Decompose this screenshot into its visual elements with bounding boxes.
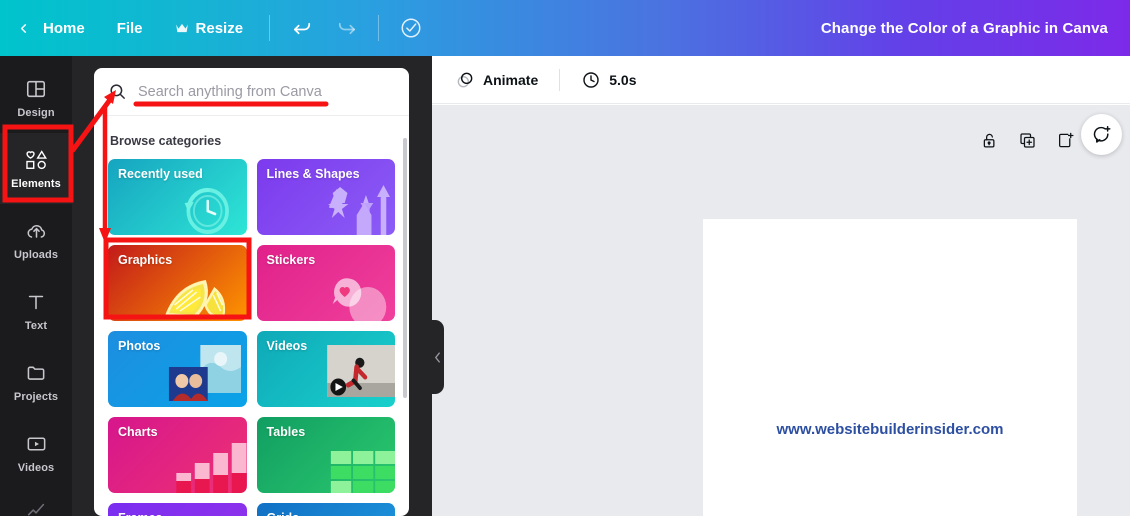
category-tile-label: Lines & Shapes: [266, 167, 360, 181]
add-page-icon[interactable]: [1054, 129, 1076, 151]
category-tile-label: Frames: [118, 511, 162, 516]
file-label: File: [116, 19, 143, 37]
redo-icon[interactable]: [324, 6, 368, 50]
sidebar-item-videos[interactable]: Videos: [0, 417, 72, 488]
sidebar-item-design[interactable]: Design: [0, 62, 72, 133]
category-tile[interactable]: Tables: [256, 417, 395, 493]
resize-label: Resize: [195, 19, 244, 37]
watermark-text: www.websitebuilderinsider.com: [776, 421, 1004, 438]
page-title: Change the Color of a Graphic in Canva: [820, 19, 1108, 37]
elements-panel: Browse categories Recently used Lines & …: [72, 56, 432, 516]
sidebar-item-label: Elements: [11, 178, 61, 190]
canvas-area[interactable]: www.websitebuilderinsider.com: [432, 105, 1130, 516]
header-divider-2: [378, 15, 380, 41]
sidebar-item-label: Uploads: [13, 249, 59, 261]
sidebar-item-label: Projects: [13, 391, 59, 403]
sidebar-item-projects[interactable]: Projects: [0, 346, 72, 417]
panel-card: Browse categories Recently used Lines & …: [94, 68, 409, 516]
sidebar-item-label: Text: [24, 320, 48, 332]
editor-main-area: Animate 5.0s www.websitebuilderinsider.c…: [432, 56, 1130, 516]
panel-collapse-handle[interactable]: [430, 320, 444, 394]
animate-circles-icon: [455, 70, 475, 90]
unlock-icon[interactable]: [978, 129, 1000, 151]
search-row: [94, 68, 409, 116]
cloud-check-icon[interactable]: [389, 6, 433, 50]
home-button[interactable]: Home: [27, 0, 101, 56]
category-tile-grid: Recently used Lines & Shapes Graphics St…: [108, 159, 395, 516]
category-tile[interactable]: Frames: [108, 503, 247, 516]
category-tile-label: Photos: [118, 339, 161, 353]
toolbar-divider: [559, 68, 561, 91]
search-input[interactable]: [138, 83, 395, 100]
category-tile-label: Graphics: [118, 253, 173, 267]
crown-icon: [175, 22, 189, 34]
top-header-bar: Home File Resize Change the Color of a G…: [0, 0, 1130, 56]
layout-icon: [23, 76, 49, 102]
video-play-icon: [23, 431, 49, 457]
category-tile[interactable]: Recently used: [108, 159, 247, 235]
category-tile-label: Charts: [118, 425, 158, 439]
search-icon[interactable]: [108, 82, 127, 101]
category-tile-label: Recently used: [118, 167, 203, 181]
category-tile[interactable]: Grids: [256, 503, 395, 516]
browse-categories-heading: Browse categories: [110, 134, 222, 148]
duration-label: 5.0s: [609, 71, 637, 88]
panel-scroll-region[interactable]: Browse categories Recently used Lines & …: [94, 117, 409, 516]
duplicate-page-icon[interactable]: [1016, 129, 1038, 151]
clock-icon: [581, 70, 601, 90]
sidebar-item-uploads[interactable]: Uploads: [0, 204, 72, 275]
shapes-icon: [23, 147, 49, 173]
sidebar-item-text[interactable]: Text: [0, 275, 72, 346]
animate-button[interactable]: Animate: [447, 64, 546, 96]
upload-cloud-icon: [23, 218, 49, 244]
canvas-toolbar: Animate 5.0s: [432, 56, 1130, 104]
undo-icon[interactable]: [280, 6, 324, 50]
page-tools-group: [978, 129, 1076, 151]
left-nav-rail: Design Elements Uploads Text Projects Vi…: [0, 56, 72, 516]
folder-icon: [23, 360, 49, 386]
category-tile[interactable]: Videos: [256, 331, 395, 407]
category-tile[interactable]: Photos: [108, 331, 247, 407]
category-tile-label: Tables: [266, 425, 306, 439]
header-left-group: Home File Resize: [0, 0, 433, 56]
category-tile-label: Stickers: [266, 253, 316, 267]
category-tile[interactable]: Charts: [108, 417, 247, 493]
resize-button[interactable]: Resize: [159, 0, 260, 56]
draw-pen-icon: [23, 500, 49, 516]
category-tile-label: Grids: [267, 511, 300, 516]
sidebar-item-draw[interactable]: [0, 488, 72, 516]
category-tile[interactable]: Stickers: [256, 245, 395, 321]
text-t-icon: [23, 289, 49, 315]
home-label: Home: [43, 19, 85, 37]
file-menu-button[interactable]: File: [101, 0, 159, 56]
panel-scrollbar[interactable]: [403, 138, 407, 398]
duration-button[interactable]: 5.0s: [573, 64, 644, 96]
header-divider-1: [269, 15, 271, 41]
add-comment-button[interactable]: [1081, 114, 1122, 155]
category-tile[interactable]: Graphics: [108, 245, 247, 321]
sidebar-item-elements[interactable]: Elements: [0, 133, 72, 204]
canva-editor-window: Home File Resize Change the Color of a G…: [0, 0, 1130, 516]
category-tile[interactable]: Lines & Shapes: [256, 159, 395, 235]
sidebar-item-label: Videos: [17, 462, 55, 474]
design-page[interactable]: www.websitebuilderinsider.com: [703, 219, 1077, 516]
sidebar-item-label: Design: [17, 107, 55, 119]
animate-label: Animate: [483, 71, 539, 88]
category-tile-label: Videos: [266, 339, 308, 353]
